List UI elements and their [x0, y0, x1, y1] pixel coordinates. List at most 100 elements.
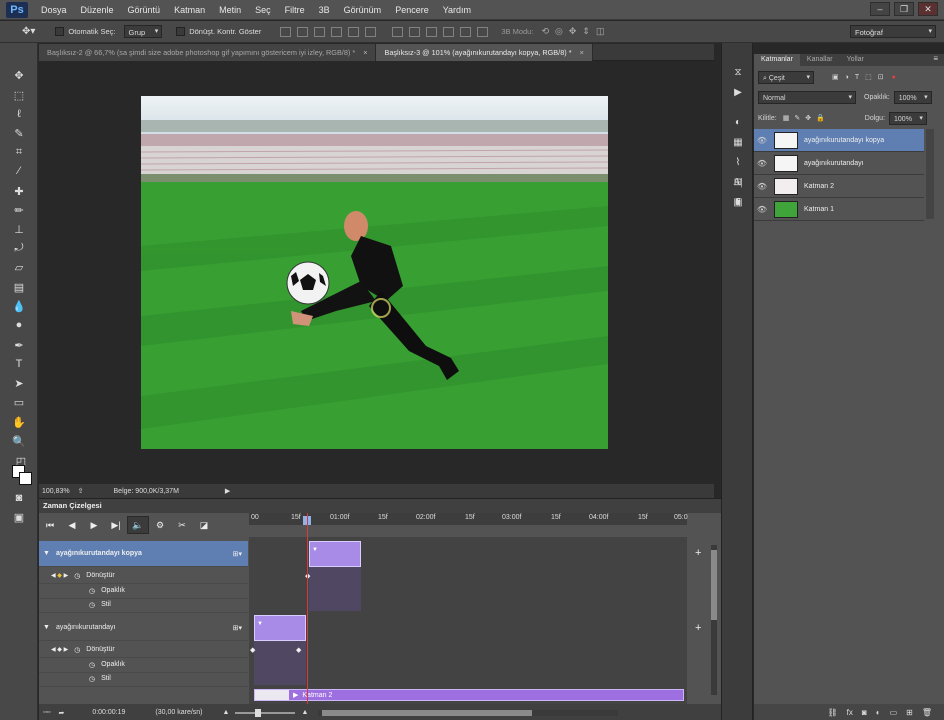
- split-icon[interactable]: ✂: [171, 516, 193, 534]
- current-time[interactable]: 0:00:00:19: [92, 709, 125, 716]
- close-icon[interactable]: ×: [363, 48, 367, 57]
- collapse-icon[interactable]: ▼: [43, 624, 50, 631]
- transform-checkbox[interactable]: [176, 27, 186, 36]
- workspace-dropdown[interactable]: Fotoğraf: [850, 25, 936, 38]
- type-tool-icon[interactable]: T: [10, 356, 28, 372]
- align-left-icon[interactable]: [331, 26, 343, 37]
- clip-ayaginikurutandayi[interactable]: ▼: [254, 615, 306, 641]
- paragraph-panel-icon[interactable]: ¶: [730, 195, 746, 209]
- adjustment-layer-icon[interactable]: ◐: [876, 708, 881, 717]
- collapse-icon[interactable]: ▼: [43, 550, 50, 557]
- align-hcenter-icon[interactable]: [348, 26, 360, 37]
- collapse-icon[interactable]: ▶: [293, 691, 298, 699]
- path-selection-tool-icon[interactable]: ➤: [10, 375, 28, 391]
- zoom-level[interactable]: 100,83%: [42, 488, 70, 495]
- brush-presets-icon[interactable]: ⌇: [730, 155, 746, 169]
- adjustments-icon[interactable]: ◐: [730, 115, 746, 129]
- distribute-hcenter-icon[interactable]: [460, 26, 472, 37]
- zoom-slider[interactable]: [235, 708, 296, 717]
- 3d-rotate-icon[interactable]: ⟲: [541, 26, 549, 37]
- timeline-tracks[interactable]: ▼ ◆ ▼ ◆ ◆ ▶ Katman 2: [249, 513, 687, 707]
- lock-pixels-icon[interactable]: ✎: [794, 114, 800, 122]
- next-frame-icon[interactable]: ▶|: [105, 516, 127, 534]
- tab-document-2[interactable]: Başlıksız-2 @ 66,7% (sa şimdi size adobe…: [39, 44, 377, 61]
- align-vcenter-icon[interactable]: [297, 26, 309, 37]
- crop-tool-icon[interactable]: ⌗: [10, 144, 28, 160]
- keyframe-nav-icon[interactable]: ◀ ◆ ▶: [51, 572, 68, 579]
- convert-frame-icon[interactable]: ▫▫▫: [43, 709, 50, 716]
- time-ruler[interactable]: 00 15f 01:00f 15f 02:00f 15f 03:00f 15f …: [249, 513, 688, 525]
- styles-icon[interactable]: ▦: [730, 135, 746, 149]
- hand-tool-icon[interactable]: ✋: [10, 414, 28, 430]
- tab-kanallar[interactable]: Kanallar: [800, 54, 840, 66]
- 3d-roll-icon[interactable]: ◎: [555, 26, 563, 37]
- distribute-bottom-icon[interactable]: [426, 26, 438, 37]
- menu-pencere[interactable]: Pencere: [388, 0, 436, 20]
- menu-katman[interactable]: Katman: [167, 0, 212, 20]
- quick-select-tool-icon[interactable]: ✎: [10, 125, 28, 141]
- align-bottom-icon[interactable]: [314, 26, 326, 37]
- zoom-in-icon[interactable]: ▲: [301, 709, 308, 716]
- previous-frame-icon[interactable]: ◀: [61, 516, 83, 534]
- healing-brush-tool-icon[interactable]: ✚: [10, 183, 28, 199]
- layer-row-katman-2[interactable]: 👁 Katman 2: [754, 175, 924, 198]
- stopwatch-icon[interactable]: ◷: [89, 675, 95, 683]
- visibility-eye-icon[interactable]: 👁: [754, 159, 770, 168]
- menu-sec[interactable]: Seç: [248, 0, 278, 20]
- zoom-tool-icon[interactable]: 🔍: [10, 433, 28, 449]
- clone-stamp-tool-icon[interactable]: ⊥: [10, 221, 28, 237]
- auto-select-dropdown[interactable]: Grup: [123, 25, 163, 38]
- settings-icon[interactable]: ⚙: [149, 516, 171, 534]
- 3d-pan-icon[interactable]: ✥: [569, 26, 577, 37]
- color-swatches[interactable]: [12, 465, 34, 487]
- 3d-scale-icon[interactable]: ◫: [596, 26, 605, 37]
- screen-mode-icon[interactable]: ▣: [10, 509, 28, 525]
- distribute-right-icon[interactable]: [477, 26, 489, 37]
- distribute-top-icon[interactable]: [392, 26, 404, 37]
- blend-mode-dropdown[interactable]: Normal: [758, 90, 856, 104]
- menu-filtre[interactable]: Filtre: [278, 0, 312, 20]
- timeline-layer-ayaginikurutandayi[interactable]: ▼ ayağınıkurutandayı ⊞▾: [39, 615, 248, 641]
- menu-yardim[interactable]: Yardım: [436, 0, 478, 20]
- keyframe-marker[interactable]: ◆: [250, 646, 255, 654]
- clip-ayaginikurutandayi-kopya[interactable]: ▼: [309, 541, 361, 567]
- film-icon[interactable]: ⊞▾: [233, 550, 242, 558]
- export-icon[interactable]: ⇪: [78, 487, 84, 495]
- distribute-vcenter-icon[interactable]: [409, 26, 421, 37]
- eyedropper-tool-icon[interactable]: ⁄: [10, 163, 28, 179]
- visibility-eye-icon[interactable]: 👁: [754, 205, 770, 214]
- menu-metin[interactable]: Metin: [212, 0, 248, 20]
- align-right-icon[interactable]: [365, 26, 377, 37]
- document-image[interactable]: [141, 96, 608, 449]
- align-top-icon[interactable]: [280, 26, 292, 37]
- tab-yollar[interactable]: Yollar: [840, 54, 871, 66]
- keyframe-nav-icon[interactable]: ◀ ◆ ▶: [51, 646, 68, 653]
- distribute-left-icon[interactable]: [443, 26, 455, 37]
- brush-tool-icon[interactable]: ✏: [10, 202, 28, 218]
- menu-dosya[interactable]: Dosya: [34, 0, 74, 20]
- stopwatch-icon[interactable]: ◷: [74, 646, 80, 654]
- filter-kind-dropdown[interactable]: ⌕ Çeşit: [758, 70, 814, 84]
- 3d-slide-icon[interactable]: ⇕: [582, 26, 590, 37]
- film-icon[interactable]: ⊞▾: [233, 624, 242, 632]
- visibility-eye-icon[interactable]: 👁: [754, 182, 770, 191]
- layer-row-ayaginikurutandayi-kopya[interactable]: 👁 ayağınıkurutandayı kopya: [754, 129, 924, 152]
- new-group-icon[interactable]: ▭: [890, 708, 898, 717]
- tab-document-3[interactable]: Başlıksız-3 @ 101% (ayağınıkurutandayı k…: [376, 44, 593, 61]
- lock-position-icon[interactable]: ✥: [805, 114, 811, 122]
- auto-select-checkbox[interactable]: [55, 27, 65, 36]
- close-window-button[interactable]: ✕: [918, 2, 938, 16]
- pen-tool-icon[interactable]: ✒: [10, 337, 28, 353]
- timeline-scrollbar[interactable]: [711, 545, 717, 695]
- layer-row-ayaginikurutandayi[interactable]: 👁 ayağınıkurutandayı: [754, 152, 924, 175]
- delete-layer-icon[interactable]: 🗑: [922, 708, 932, 717]
- play-icon[interactable]: ▶: [83, 516, 105, 534]
- blur-tool-icon[interactable]: 💧: [10, 298, 28, 314]
- minimize-button[interactable]: –: [870, 2, 890, 16]
- stopwatch-icon[interactable]: ◷: [89, 601, 95, 609]
- filter-smart-icon[interactable]: ⊡: [878, 73, 884, 81]
- lock-all-icon[interactable]: 🔒: [816, 114, 825, 122]
- filter-shape-icon[interactable]: ⬚: [865, 73, 872, 81]
- tab-katmanlar[interactable]: Katmanlar: [754, 54, 800, 66]
- menu-goruntu[interactable]: Görüntü: [121, 0, 168, 20]
